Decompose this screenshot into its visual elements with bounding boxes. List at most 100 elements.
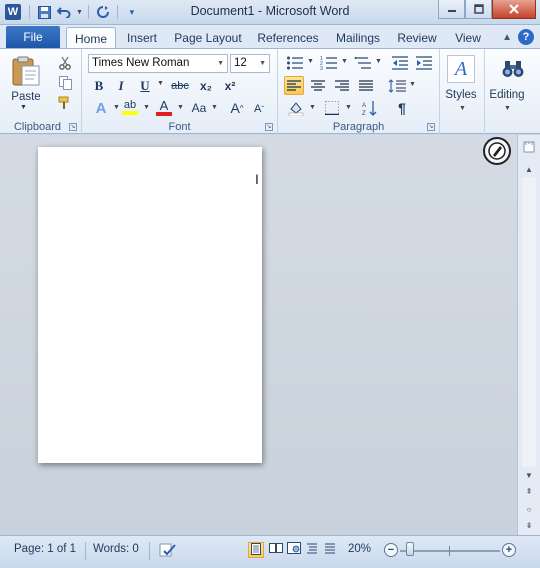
bullets-dropdown-icon[interactable]: ▼ [307,58,314,65]
styles-dropdown-icon[interactable]: ▼ [459,105,466,112]
format-painter-icon[interactable] [56,95,74,111]
increase-indent-icon[interactable] [414,53,434,73]
draft-view-icon[interactable] [322,542,338,558]
bold-button[interactable]: B [90,77,108,95]
tab-references[interactable]: References [254,27,322,49]
italic-button[interactable]: I [112,77,130,95]
font-dialog-launcher-icon[interactable]: ↘ [265,123,273,131]
bullets-icon[interactable] [284,53,306,73]
scroll-up-icon[interactable]: ▲ [520,163,538,177]
help-icon[interactable]: ? [518,29,534,45]
align-left-button[interactable] [284,76,304,95]
cut-icon[interactable] [56,55,74,71]
status-separator [85,542,86,560]
font-size-value: 12 [234,57,247,69]
paste-icon[interactable] [10,55,42,87]
document-page[interactable] [38,147,262,463]
grow-font-button[interactable]: A ^ [228,99,246,117]
borders-dropdown-icon[interactable]: ▼ [345,104,352,111]
font-color-button[interactable]: A [154,97,174,117]
shading-dropdown-icon[interactable]: ▼ [309,104,316,111]
document-workspace[interactable]: I [0,135,517,535]
text-effects-button[interactable]: A [92,99,110,117]
numbering-icon[interactable]: 123 [318,53,340,73]
font-family-combo[interactable]: Times New Roman ▼ [88,54,228,73]
text-effects-dropdown-icon[interactable]: ▼ [113,104,120,111]
styles-button-label[interactable]: Styles [440,89,482,101]
tab-file[interactable]: File [6,26,60,48]
font-color-dropdown-icon[interactable]: ▼ [177,104,184,111]
scroll-down-icon[interactable]: ▼ [520,469,538,483]
zoom-slider[interactable] [400,550,500,552]
align-right-icon[interactable] [332,76,352,95]
editing-dropdown-icon[interactable]: ▼ [504,105,511,112]
view-ruler-icon[interactable] [520,141,538,155]
minimize-ribbon-icon[interactable]: ▲ [502,32,512,43]
styles-glyph: A [454,57,468,80]
tab-view[interactable]: View [449,27,487,49]
multilevel-list-icon[interactable] [352,53,374,73]
outline-view-icon[interactable] [304,542,320,558]
change-case-button[interactable]: Aa [188,99,210,117]
line-spacing-icon[interactable] [386,76,408,95]
web-layout-view-icon[interactable] [286,542,302,558]
minimize-button[interactable] [438,0,465,19]
line-spacing-dropdown-icon[interactable]: ▼ [409,81,416,88]
copy-icon[interactable] [56,75,74,91]
font-size-dropdown-icon[interactable]: ▼ [259,55,266,72]
select-browse-object-icon[interactable]: ○ [520,503,538,517]
change-case-dropdown-icon[interactable]: ▼ [211,104,218,111]
pen-input-icon[interactable] [483,137,511,165]
subscript-button[interactable]: x₂ [196,77,216,95]
print-layout-view-icon[interactable] [248,542,264,558]
justify-icon[interactable] [356,76,376,95]
clipboard-dialog-launcher-icon[interactable]: ↘ [69,123,77,131]
numbering-dropdown-icon[interactable]: ▼ [341,58,348,65]
strikethrough-button[interactable]: abc [168,77,192,95]
multilevel-list-dropdown-icon[interactable]: ▼ [375,58,382,65]
paste-dropdown-icon[interactable]: ▼ [20,104,27,111]
borders-icon[interactable] [322,98,342,117]
shading-icon[interactable] [286,98,306,117]
close-button[interactable] [492,0,536,19]
word-count-status[interactable]: Words: 0 [93,543,139,555]
align-center-icon[interactable] [308,76,328,95]
highlight-button[interactable]: ab [120,97,140,117]
tab-home[interactable]: Home [66,27,116,49]
shrink-font-button[interactable]: Aˇ [250,100,268,118]
zoom-in-icon[interactable]: + [502,543,516,557]
paragraph-dialog-launcher-icon[interactable]: ↘ [427,123,435,131]
grow-font-letter: A [230,100,240,116]
decrease-indent-icon[interactable] [390,53,410,73]
binoculars-icon[interactable] [499,55,527,83]
paste-button-label[interactable]: Paste [6,91,46,103]
clipboard-group: Paste ▼ Clipboard ↘ [0,49,82,135]
page-count-status[interactable]: Page: 1 of 1 [14,543,76,555]
maximize-button[interactable] [465,0,492,19]
editing-button-label[interactable]: Editing [485,89,529,101]
font-family-dropdown-icon[interactable]: ▼ [217,55,224,72]
font-size-combo[interactable]: 12 ▼ [230,54,270,73]
tab-mailings[interactable]: Mailings [331,27,385,49]
zoom-slider-thumb[interactable] [406,542,414,556]
tab-page-layout[interactable]: Page Layout [172,27,244,49]
styles-icon[interactable]: A [447,55,475,83]
show-formatting-marks-button[interactable]: ¶ [392,98,412,117]
highlight-dropdown-icon[interactable]: ▼ [143,104,150,111]
superscript-button[interactable]: x² [220,77,240,95]
svg-text:Z: Z [362,111,366,116]
tab-insert[interactable]: Insert [120,27,164,49]
window-controls [438,0,536,20]
scrollbar-track[interactable] [522,177,536,467]
zoom-level[interactable]: 20% [348,543,371,555]
vertical-scrollbar[interactable]: ▲ ▼ ⇞ ○ ⇟ [517,135,540,535]
previous-page-icon[interactable]: ⇞ [520,485,538,499]
underline-dropdown-icon[interactable]: ▼ [157,80,164,87]
proofing-status-icon[interactable] [158,542,178,558]
zoom-out-icon[interactable]: − [384,543,398,557]
tab-review[interactable]: Review [394,27,440,49]
sort-icon[interactable]: AZ [360,98,380,117]
underline-button[interactable]: U [136,77,154,95]
full-screen-reading-view-icon[interactable] [268,542,284,558]
next-page-icon[interactable]: ⇟ [520,519,538,533]
